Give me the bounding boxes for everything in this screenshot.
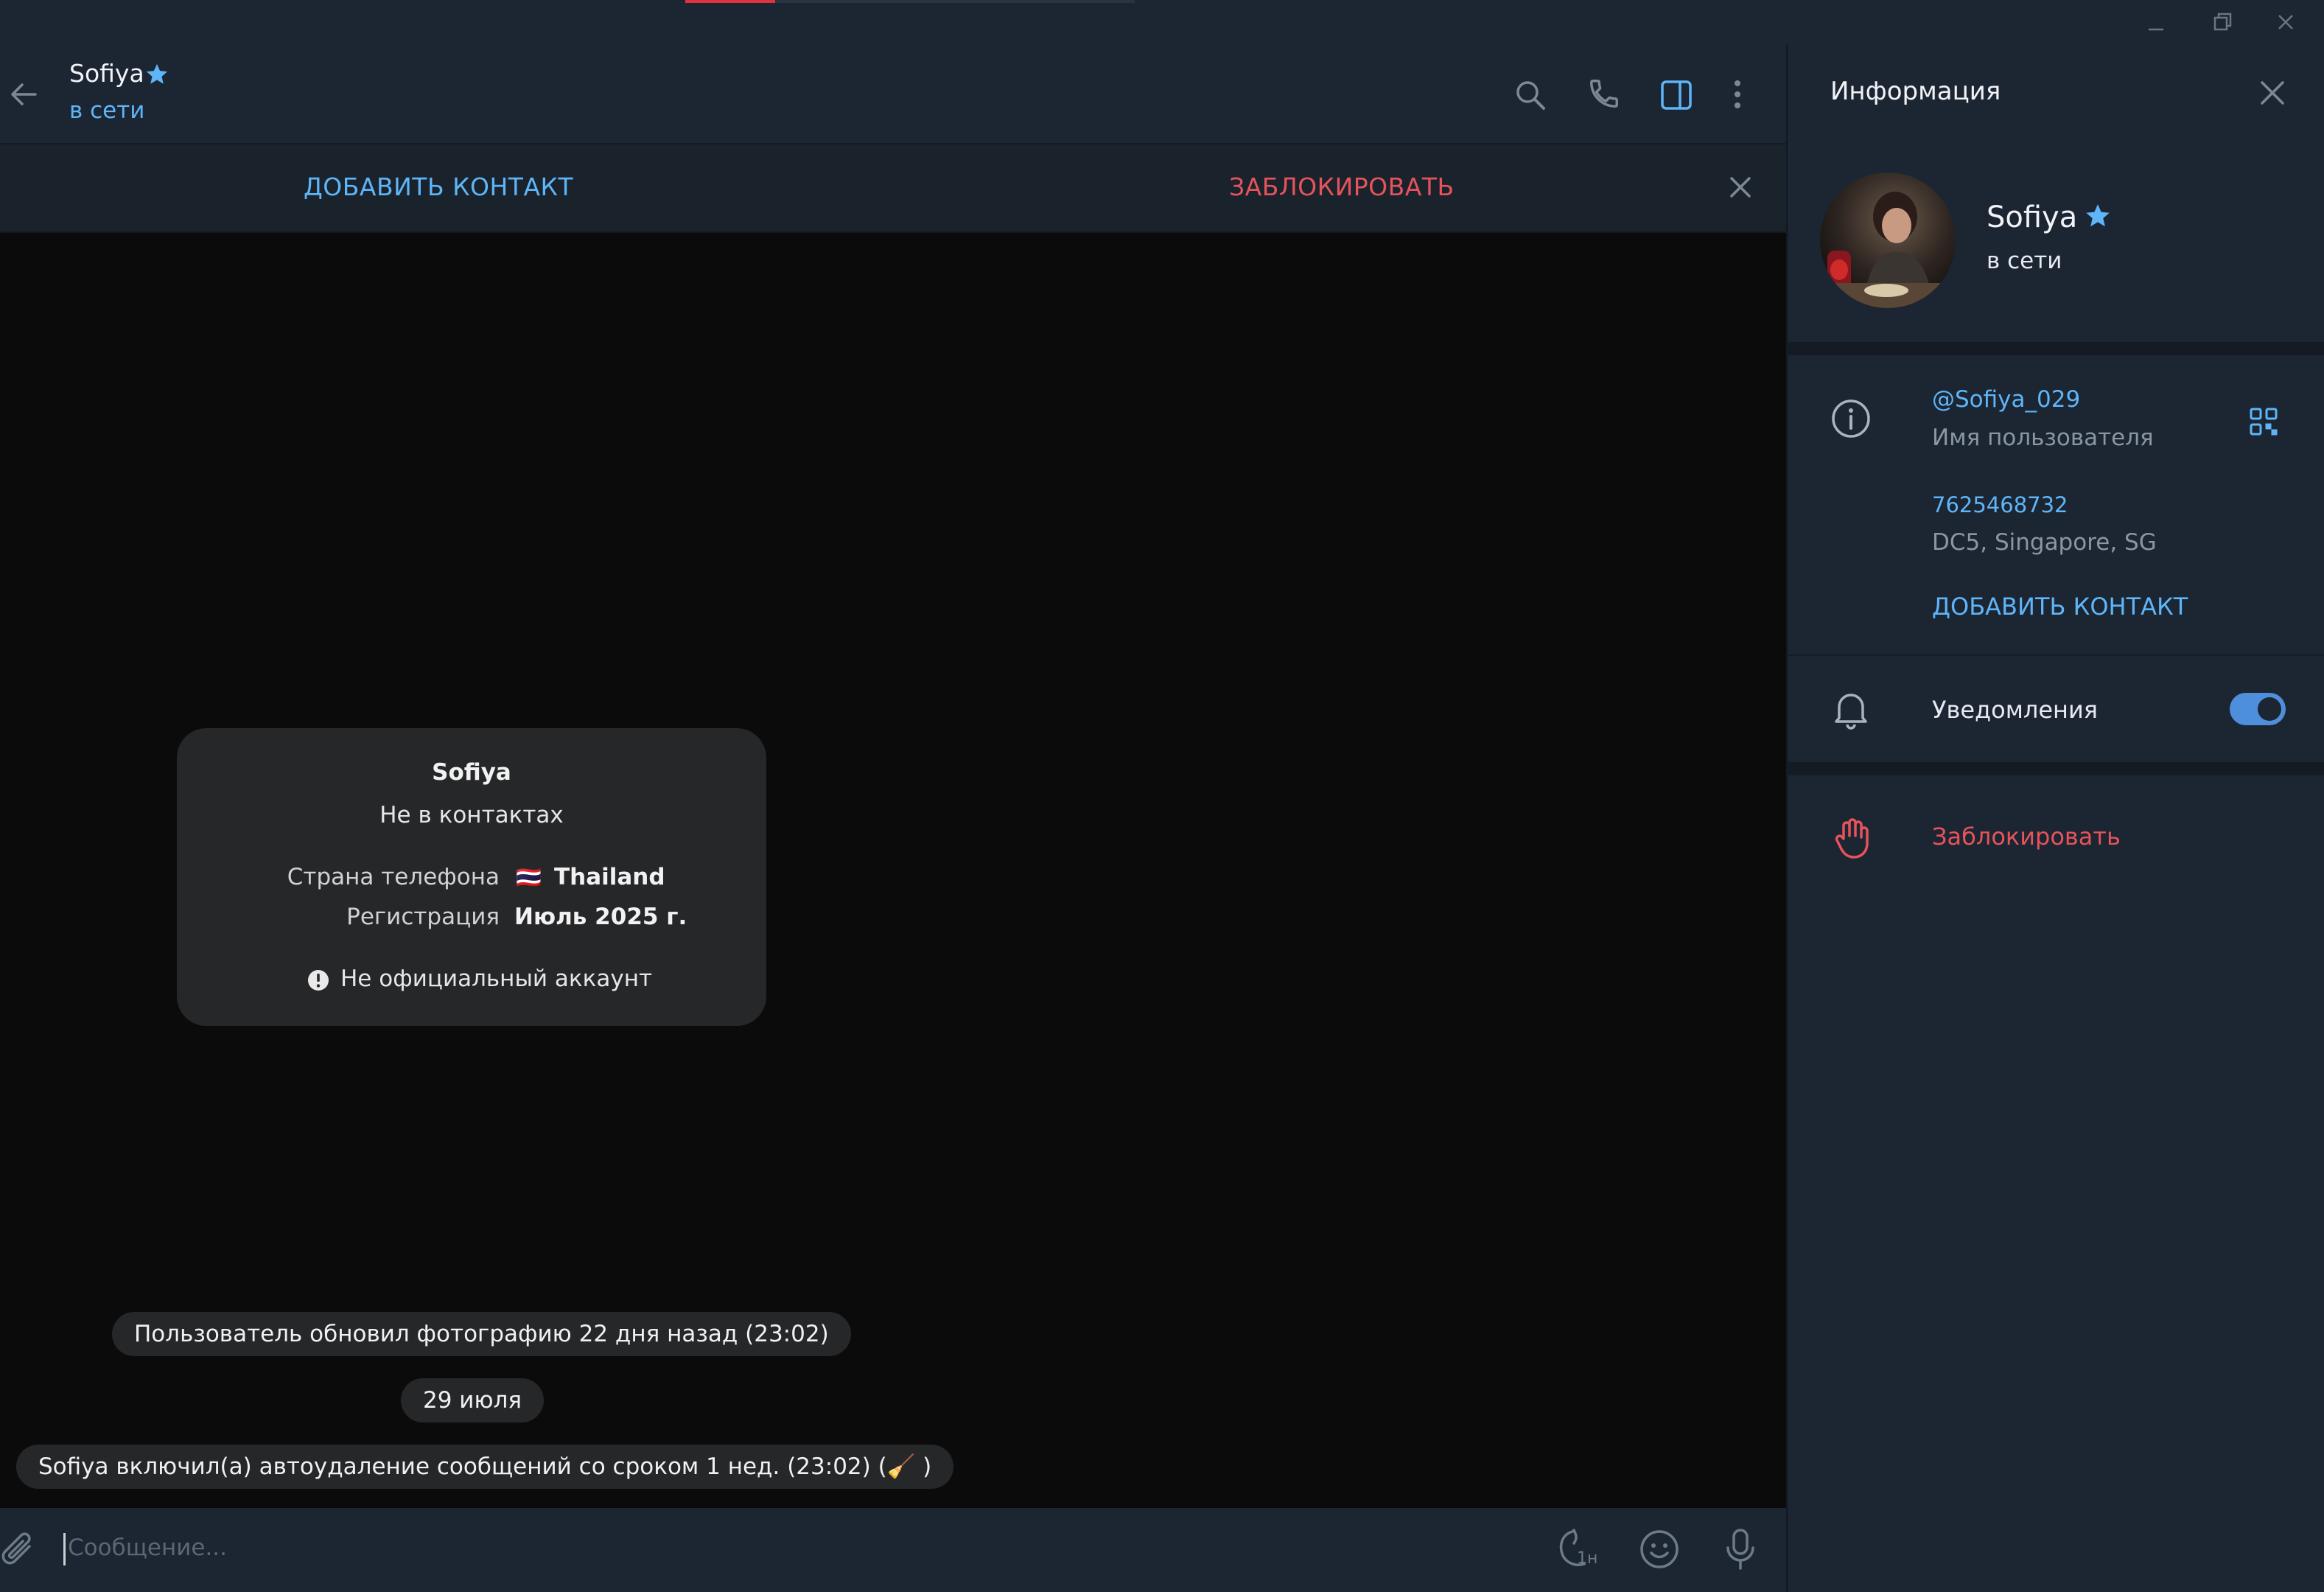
- close-panel-icon[interactable]: [2258, 78, 2287, 108]
- thailand-flag-icon: 🇹🇭: [516, 865, 542, 890]
- avatar[interactable]: [1820, 172, 1956, 308]
- loading-progress-fill: [685, 0, 775, 3]
- panel-add-contact-button[interactable]: ДОБАВИТЬ КОНТАКТ: [1932, 593, 2188, 621]
- panel-title: Информация: [1830, 77, 2001, 106]
- search-icon[interactable]: [1513, 78, 1547, 112]
- panel-divider: [1786, 654, 2324, 656]
- add-contact-button[interactable]: ДОБАВИТЬ КОНТАКТ: [304, 172, 573, 201]
- profile-name: Sofiya: [1987, 200, 2078, 234]
- country-label: Страна телефона: [287, 864, 500, 890]
- microphone-icon[interactable]: [1723, 1527, 1758, 1571]
- close-action-bar-icon[interactable]: [1726, 172, 1755, 202]
- chat-status: в сети: [69, 97, 145, 124]
- star-badge-icon: [2084, 202, 2112, 230]
- profile-status: в сети: [1987, 248, 2062, 274]
- phone-icon[interactable]: [1587, 77, 1621, 111]
- panel-block-button[interactable]: Заблокировать: [1932, 823, 2121, 851]
- message-composer: [0, 1508, 1786, 1592]
- window-title-bar: [0, 0, 2324, 44]
- bell-icon: [1832, 688, 1870, 730]
- minimize-icon[interactable]: [2143, 10, 2169, 37]
- unofficial-notice: Не официальный аккаунт: [340, 966, 653, 992]
- close-window-icon[interactable]: [2272, 9, 2299, 35]
- timer-badge: 1н: [1577, 1549, 1598, 1568]
- emoji-icon[interactable]: [1639, 1529, 1680, 1570]
- registration-label: Регистрация: [346, 904, 500, 930]
- star-badge-icon: [144, 62, 169, 87]
- username-label: Имя пользователя: [1932, 425, 2154, 451]
- message-input[interactable]: Сообщение...: [68, 1535, 227, 1561]
- chat-title[interactable]: Sofiya: [69, 59, 144, 88]
- user-id[interactable]: 7625468732: [1932, 492, 2068, 517]
- warning-icon: [307, 968, 330, 992]
- panel-separator: [1786, 762, 2324, 775]
- qr-code-icon[interactable]: [2249, 407, 2278, 436]
- text-cursor: [63, 1533, 66, 1565]
- country-value: Thailand: [554, 864, 665, 890]
- back-arrow-icon[interactable]: [7, 78, 40, 111]
- sidebar-toggle-icon[interactable]: [1659, 78, 1693, 112]
- contact-action-bar: [0, 144, 1786, 233]
- info-icon: [1830, 398, 1872, 439]
- card-subtitle: Не в контактах: [379, 802, 564, 828]
- block-hand-icon: [1835, 817, 1872, 859]
- panel-separator: [1786, 342, 2324, 355]
- more-vert-icon[interactable]: [1729, 77, 1746, 112]
- photo-update-service-message: Пользователь обновил фотографию 22 дня н…: [112, 1312, 851, 1356]
- notifications-toggle[interactable]: [2230, 693, 2286, 725]
- card-name: Sofiya: [432, 759, 511, 786]
- date-separator: 29 июля: [401, 1378, 545, 1422]
- notifications-label: Уведомления: [1932, 696, 2098, 724]
- block-user-button[interactable]: ЗАБЛОКИРОВАТЬ: [1229, 172, 1455, 201]
- username-link[interactable]: @Sofiya_029: [1932, 386, 2080, 413]
- restore-icon[interactable]: [2209, 9, 2236, 35]
- datacenter-label: DC5, Singapore, SG: [1932, 529, 2157, 556]
- autodelete-service-message: Sofiya включил(а) автоудаление сообщений…: [16, 1445, 954, 1489]
- registration-value: Июль 2025 г.: [514, 904, 687, 930]
- attach-icon[interactable]: [0, 1530, 37, 1570]
